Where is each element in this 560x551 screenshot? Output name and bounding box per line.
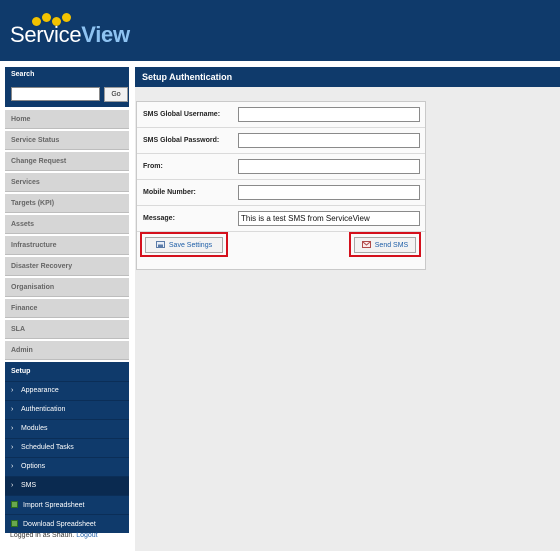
chevron-right-icon: › xyxy=(11,482,14,489)
search-input[interactable] xyxy=(11,87,100,101)
save-settings-highlight: Save Settings xyxy=(140,232,228,257)
search-title: Search xyxy=(11,71,35,78)
chevron-right-icon: › xyxy=(11,387,14,394)
send-icon xyxy=(361,241,371,248)
setup-item-scheduled-tasks[interactable]: › Scheduled Tasks xyxy=(5,438,129,457)
username-label: SMS Global Username: xyxy=(143,111,221,118)
sms-password-input[interactable] xyxy=(238,133,420,148)
password-label: SMS Global Password: xyxy=(143,137,220,144)
form-row-message: Message: xyxy=(137,206,425,232)
send-sms-label: Send SMS xyxy=(374,242,409,249)
sidebar: Search Go Home Service Status Change Req… xyxy=(5,67,129,533)
chevron-right-icon: › xyxy=(11,463,14,470)
nav-item-finance[interactable]: Finance xyxy=(5,299,129,318)
logo-accent-text: View xyxy=(81,22,130,47)
nav-item-disaster-recovery[interactable]: Disaster Recovery xyxy=(5,257,129,276)
from-input[interactable] xyxy=(238,159,420,174)
nav-item-services[interactable]: Services xyxy=(5,173,129,192)
nav-item-infrastructure[interactable]: Infrastructure xyxy=(5,236,129,255)
spreadsheet-icon xyxy=(11,501,18,508)
setup-header[interactable]: Setup xyxy=(5,362,129,381)
search-box: Search Go xyxy=(5,67,129,107)
setup-item-options[interactable]: › Options xyxy=(5,457,129,476)
download-spreadsheet-label: Download Spreadsheet xyxy=(23,521,96,528)
chevron-right-icon: › xyxy=(11,406,14,413)
nav-item-home[interactable]: Home xyxy=(5,110,129,129)
form-row-from: From: xyxy=(137,154,425,180)
download-spreadsheet-link[interactable]: Download Spreadsheet xyxy=(5,514,129,533)
app-header: ServiceView xyxy=(0,0,560,61)
logo-main-text: Service xyxy=(10,22,82,47)
form-row-password: SMS Global Password: xyxy=(137,128,425,154)
nav-item-change-request[interactable]: Change Request xyxy=(5,152,129,171)
serviceview-logo[interactable]: ServiceView xyxy=(10,22,130,48)
mobile-number-input[interactable] xyxy=(238,185,420,200)
chevron-right-icon: › xyxy=(11,425,14,432)
search-go-button[interactable]: Go xyxy=(104,87,128,102)
setup-item-label: Authentication xyxy=(21,406,66,413)
setup-item-label: Scheduled Tasks xyxy=(21,444,74,451)
nav-item-admin[interactable]: Admin xyxy=(5,341,129,360)
form-row-username: SMS Global Username: xyxy=(137,102,425,128)
setup-item-label: Modules xyxy=(21,425,48,432)
message-input[interactable] xyxy=(238,211,420,226)
mobile-number-label: Mobile Number: xyxy=(143,189,196,196)
spreadsheet-icon xyxy=(11,520,18,527)
sms-username-input[interactable] xyxy=(238,107,420,122)
form-row-mobile: Mobile Number: xyxy=(137,180,425,206)
import-spreadsheet-link[interactable]: Import Spreadsheet xyxy=(5,495,129,514)
nav-item-sla[interactable]: SLA xyxy=(5,320,129,339)
nav-item-targets[interactable]: Targets (KPI) xyxy=(5,194,129,213)
save-settings-button[interactable]: Save Settings xyxy=(145,237,223,253)
from-label: From: xyxy=(143,163,163,170)
chevron-right-icon: › xyxy=(11,444,14,451)
import-spreadsheet-label: Import Spreadsheet xyxy=(23,502,85,509)
save-icon xyxy=(155,241,165,248)
logged-in-text: Logged in as Shaun. xyxy=(10,532,75,539)
setup-item-appearance[interactable]: › Appearance xyxy=(5,381,129,400)
message-label: Message: xyxy=(143,215,175,222)
send-sms-highlight: Send SMS xyxy=(349,232,421,257)
setup-item-authentication[interactable]: › Authentication xyxy=(5,400,129,419)
nav-item-assets[interactable]: Assets xyxy=(5,215,129,234)
logout-link[interactable]: Logout xyxy=(76,532,97,539)
setup-item-label: Options xyxy=(21,463,46,470)
main-nav: Home Service Status Change Request Servi… xyxy=(5,110,129,360)
page-title: Setup Authentication xyxy=(135,67,560,87)
nav-item-service-status[interactable]: Service Status xyxy=(5,131,129,150)
setup-item-label: Appearance xyxy=(21,387,59,394)
login-status: Logged in as Shaun. Logout xyxy=(10,532,98,539)
setup-item-modules[interactable]: › Modules xyxy=(5,419,129,438)
setup-item-label: SMS xyxy=(21,482,37,489)
send-sms-button[interactable]: Send SMS xyxy=(354,237,416,253)
nav-item-organisation[interactable]: Organisation xyxy=(5,278,129,297)
setup-item-sms[interactable]: › SMS xyxy=(5,476,129,495)
save-settings-label: Save Settings xyxy=(168,242,213,249)
